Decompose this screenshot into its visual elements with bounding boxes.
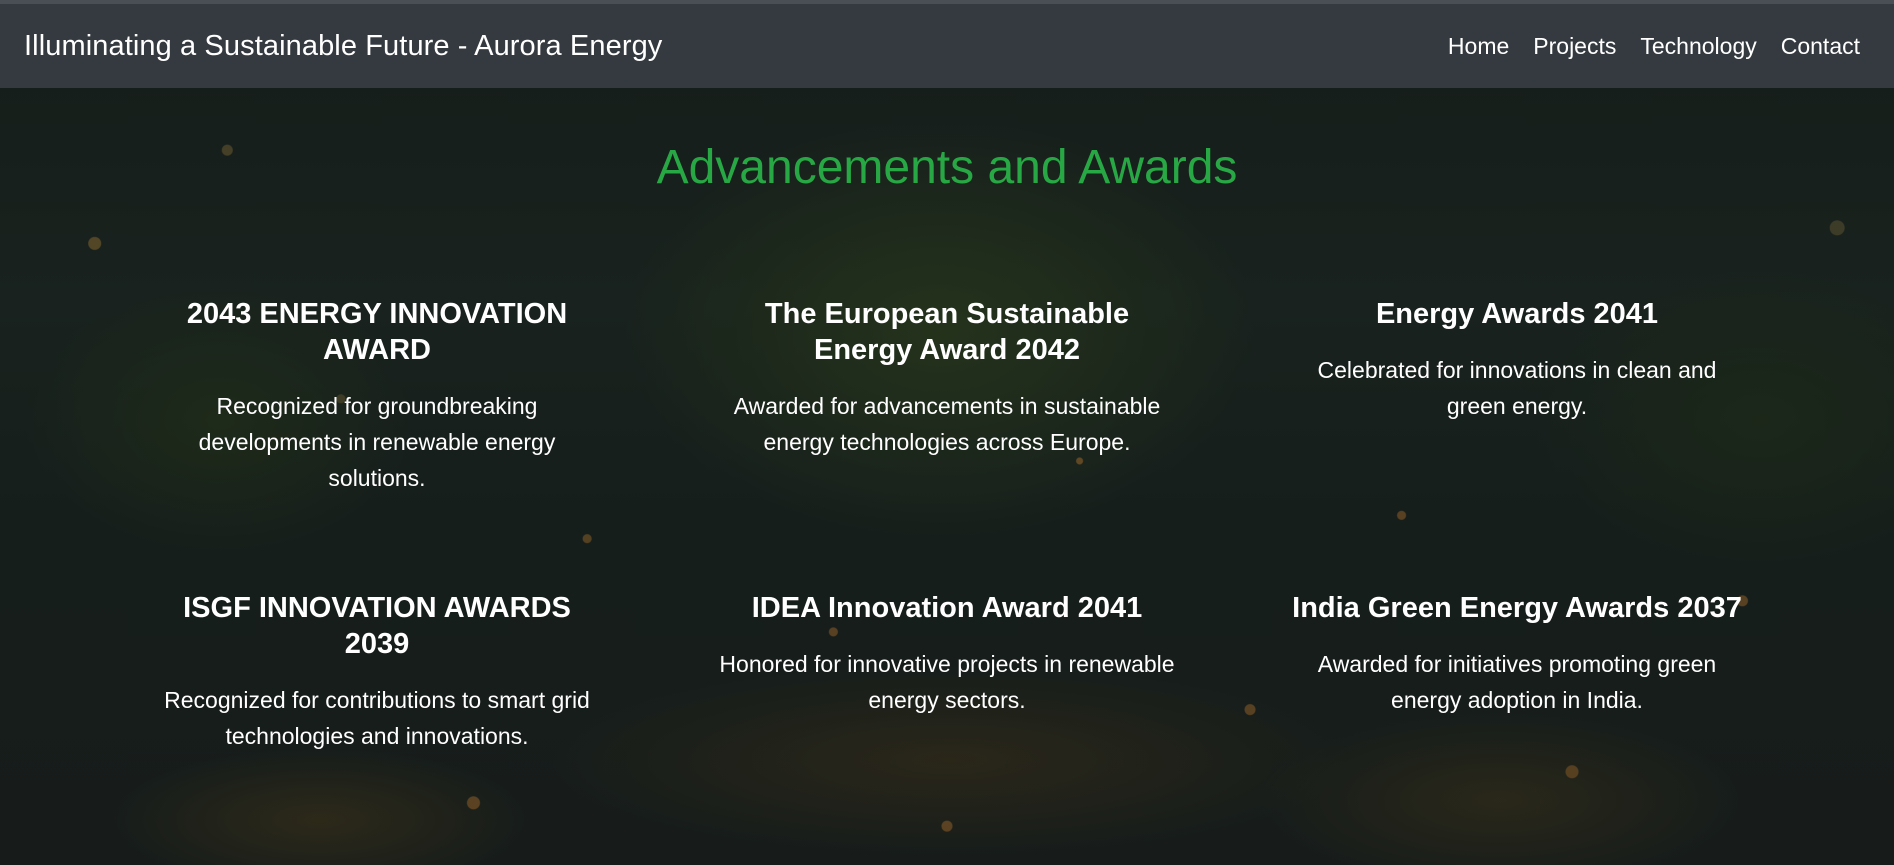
- award-description: Recognized for groundbreaking developmen…: [198, 393, 556, 491]
- award-description: Celebrated for innovations in clean and …: [1317, 357, 1717, 419]
- brand-link[interactable]: Illuminating a Sustainable Future - Auro…: [24, 30, 662, 63]
- award-title: India Green Energy Awards 2037: [1292, 592, 1742, 624]
- award-title: Energy Awards 2041: [1375, 298, 1659, 330]
- section-title: Advancements and Awards: [656, 141, 1238, 194]
- award-card: ISGF INNOVATION AWARDS 2039 Recognized f…: [147, 590, 607, 754]
- award-title: ISGF INNOVATION AWARDS 2039: [183, 592, 571, 660]
- award-description: Honored for innovative projects in renew…: [719, 651, 1175, 713]
- award-title: The European Sustainable Energy Award 20…: [764, 298, 1130, 366]
- nav-link-projects[interactable]: Projects: [1533, 33, 1616, 60]
- award-description: Awarded for initiatives promoting green …: [1317, 651, 1717, 713]
- award-title: 2043 ENERGY INNOVATION AWARD: [186, 298, 568, 366]
- award-card: 2043 ENERGY INNOVATION AWARD Recognized …: [147, 296, 607, 496]
- award-description: Recognized for contributions to smart gr…: [164, 687, 590, 749]
- nav-link-home[interactable]: Home: [1448, 33, 1509, 60]
- award-card: India Green Energy Awards 2037 Awarded f…: [1287, 590, 1747, 718]
- award-title: IDEA Innovation Award 2041: [751, 592, 1143, 624]
- nav-link-technology[interactable]: Technology: [1640, 33, 1756, 60]
- award-card: The European Sustainable Energy Award 20…: [717, 296, 1177, 460]
- window-top-edge: [0, 0, 1894, 4]
- awards-section: Advancements and Awards 2043 ENERGY INNO…: [0, 88, 1894, 865]
- award-description: Awarded for advancements in sustainable …: [733, 393, 1161, 455]
- award-card: Energy Awards 2041 Celebrated for innova…: [1287, 296, 1747, 424]
- nav-link-contact[interactable]: Contact: [1781, 33, 1860, 60]
- award-card: IDEA Innovation Award 2041 Honored for i…: [717, 590, 1177, 718]
- main-nav: Home Projects Technology Contact: [1448, 33, 1870, 60]
- navbar: Illuminating a Sustainable Future - Auro…: [0, 4, 1894, 88]
